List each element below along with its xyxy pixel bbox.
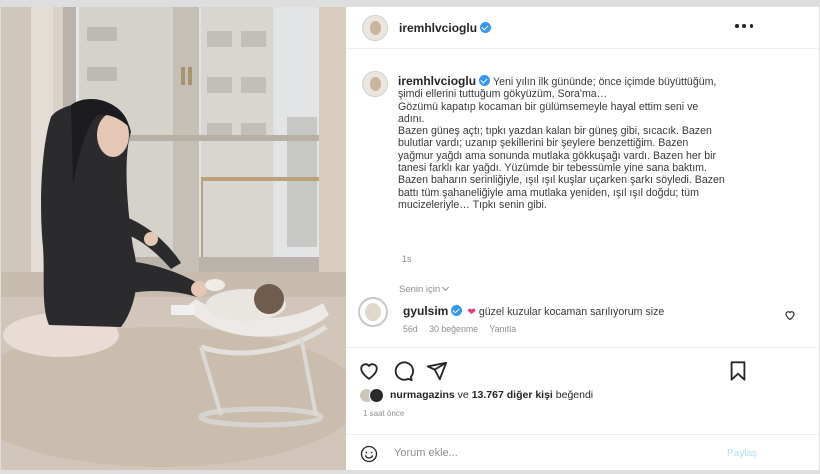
liker-username[interactable]: nurmagazins	[390, 389, 455, 401]
translate-label: Senin için	[399, 284, 441, 295]
post-details-panel: iremhlvcioglu iremhlvcioglu Yeni yılın i…	[346, 7, 819, 470]
likes-conjunction: ve	[454, 389, 472, 401]
caption-line: mucizeleriyle… Tıpkı senin gibi.	[398, 198, 547, 211]
comment-text: güzel kuzular kocaman sarılıyorum size	[478, 306, 665, 318]
photo-illustration	[1, 7, 346, 470]
comment-item: gyulsim ❤ güzel kuzular kocaman sarılıyor…	[358, 297, 798, 337]
commenter-username[interactable]: gyulsim	[403, 304, 448, 318]
post-timestamp: 1 saat önce	[363, 409, 405, 418]
author-username-row[interactable]: iremhlvcioglu	[399, 19, 492, 37]
likes-suffix: beğendi	[552, 389, 594, 401]
caption-line: Yeni yılın ilk gününde; önce içimde büyü…	[492, 76, 717, 88]
author-username[interactable]: iremhlvcioglu	[399, 21, 477, 35]
heart-icon[interactable]	[358, 360, 380, 382]
post-header: iremhlvcioglu	[346, 7, 819, 49]
caption-text: iremhlvcioglu Yeni yılın ilk gününde; ön…	[398, 75, 748, 211]
caption-line: Gözümü kapatıp kocaman bir gülümsemeyle …	[398, 100, 699, 113]
caption-line: şimdi ellerini tuttuğum gökyüzüm, Sora'm…	[398, 88, 608, 101]
author-avatar[interactable]	[362, 15, 388, 41]
verified-badge-icon	[451, 305, 463, 316]
caption-line: bulutlar vardı; uzanıp şekillerini bir ş…	[398, 137, 689, 150]
verified-badge-icon	[479, 75, 491, 86]
caption-line: battı tüm şahaneliğiyle ama mutlaka yeni…	[398, 186, 699, 199]
comment-input[interactable]	[394, 447, 694, 459]
comment-heart-icon[interactable]	[784, 309, 796, 321]
add-comment-bar: Paylaş	[346, 434, 819, 470]
commenter-avatar[interactable]	[358, 297, 388, 327]
caption-line: tanesi farklı kar yağdı. Yüzümde bir teb…	[398, 162, 707, 175]
caption-line: adını.	[398, 112, 425, 125]
verified-badge-icon	[480, 22, 492, 33]
heart-emoji: ❤	[467, 307, 476, 318]
comment-reply-link[interactable]: Yanıtla	[489, 324, 516, 334]
comment-age: 56d	[403, 324, 418, 334]
caption-line: yağmur yağdı ama sonunda mutlaka gökkuşa…	[398, 149, 716, 162]
more-horizontal-icon[interactable]	[735, 21, 753, 31]
comment-icon[interactable]	[392, 360, 414, 382]
post-actions-bar	[346, 347, 819, 383]
see-translation-link[interactable]: Senin için	[399, 283, 450, 295]
caption-author-avatar[interactable]	[362, 71, 388, 97]
emoji-icon[interactable]	[360, 445, 378, 463]
likes-others-count[interactable]: 13.767 diğer kişi	[472, 389, 553, 401]
caption-line: Bazen baharın serinliğiyle, ışıl ışıl ku…	[398, 174, 725, 187]
comment-meta: 56d 30 beğenme Yanıtla	[403, 324, 525, 334]
instagram-post-window: iremhlvcioglu iremhlvcioglu Yeni yılın i…	[1, 7, 819, 470]
chevron-down-icon	[442, 283, 450, 292]
caption-timestamp: 1s	[402, 254, 412, 264]
share-icon[interactable]	[426, 360, 448, 382]
post-photo[interactable]	[1, 7, 346, 470]
caption-username[interactable]: iremhlvcioglu	[398, 74, 476, 88]
comment-likes-count[interactable]: 30 beğenme	[429, 324, 478, 334]
liker-avatar	[369, 387, 384, 403]
bookmark-icon[interactable]	[727, 360, 749, 382]
post-comment-button[interactable]: Paylaş	[727, 448, 757, 459]
caption-line: Bazen güneş açtı; tıpkı yazdan kalan bir…	[398, 125, 712, 138]
likes-summary[interactable]: nurmagazins ve 13.767 diğer kişi beğendi	[359, 387, 593, 403]
